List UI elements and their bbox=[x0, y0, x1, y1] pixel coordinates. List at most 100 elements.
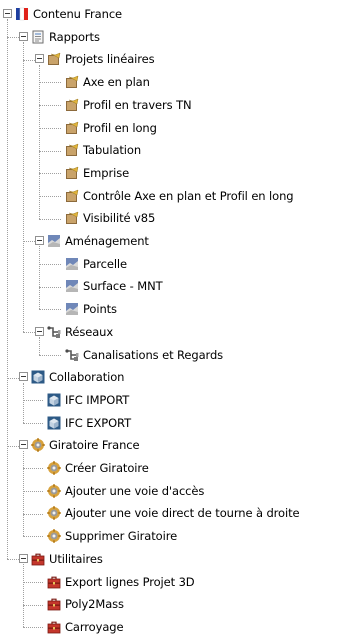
collapse-toggle-icon[interactable] bbox=[19, 31, 28, 41]
tree-node-label: Créer Giratoire bbox=[65, 461, 149, 475]
tree-item-profil-en-long[interactable]: Profil en long bbox=[65, 117, 157, 139]
tree-node-label: Export lignes Projet 3D bbox=[65, 574, 195, 589]
tree-connector bbox=[23, 564, 24, 627]
tree-node-amenagement[interactable]: Aménagement bbox=[35, 230, 149, 252]
tree-item-canalisations-et-regards[interactable]: Canalisations et Regards bbox=[65, 344, 223, 366]
collaboration-cube-icon bbox=[47, 393, 61, 407]
report-sheet-icon bbox=[31, 30, 45, 44]
tree-node-label: Ajouter une voie direct de tourne à droi… bbox=[65, 506, 300, 521]
tree-node-label: IFC EXPORT bbox=[65, 415, 132, 430]
tree-item-carroyage[interactable]: Carroyage bbox=[47, 616, 124, 638]
tree-node-giratoire-france[interactable]: Giratoire France bbox=[19, 434, 140, 456]
tree-item-ajouter-une-voie-direct-de-tourne-a-droite[interactable]: Ajouter une voie direct de tourne à droi… bbox=[47, 502, 300, 524]
tree-node-label: Utilitaires bbox=[49, 551, 103, 566]
linear-project-icon bbox=[65, 121, 79, 135]
linear-project-icon bbox=[65, 189, 79, 203]
tree-item-profil-en-travers-tn[interactable]: Profil en travers TN bbox=[65, 94, 192, 116]
tree-item-controle-axe-en-plan-et-profil-en-long[interactable]: Contrôle Axe en plan et Profil en long bbox=[65, 185, 294, 207]
toolbox-icon bbox=[47, 597, 61, 611]
tree-item-parcelle[interactable]: Parcelle bbox=[65, 253, 127, 275]
tree-item-poly2mass[interactable]: Poly2Mass bbox=[47, 593, 124, 615]
tree-connector bbox=[23, 423, 43, 424]
tree-node-label: Contenu France bbox=[33, 7, 123, 21]
roundabout-gear-icon bbox=[47, 461, 61, 475]
collapse-toggle-icon[interactable] bbox=[35, 54, 44, 64]
collapse-toggle-icon[interactable] bbox=[19, 440, 28, 450]
tree-node-rapports[interactable]: Rapports bbox=[19, 26, 100, 48]
tree-connector bbox=[23, 332, 35, 333]
linear-project-icon bbox=[65, 75, 79, 89]
tree-connector bbox=[39, 219, 61, 220]
tree-connector bbox=[39, 246, 40, 309]
collaboration-cube-icon bbox=[31, 370, 45, 384]
tree-node-label: Parcelle bbox=[83, 256, 128, 271]
tree-item-export-lignes-projet-3d[interactable]: Export lignes Projet 3D bbox=[47, 571, 195, 593]
collapse-toggle-icon[interactable] bbox=[3, 9, 12, 18]
tree-node-utilitaires[interactable]: Utilitaires bbox=[19, 548, 103, 570]
tree-node-label: Aménagement bbox=[65, 234, 149, 248]
tree-connector bbox=[39, 105, 61, 106]
collapse-toggle-icon[interactable] bbox=[19, 372, 28, 382]
land-development-icon bbox=[65, 302, 79, 316]
tree-item-axe-en-plan[interactable]: Axe en plan bbox=[65, 71, 150, 93]
tree-node-label: Profil en travers TN bbox=[83, 97, 192, 112]
roundabout-gear-icon bbox=[47, 529, 61, 543]
tree-item-emprise[interactable]: Emprise bbox=[65, 162, 129, 184]
collapse-toggle-icon[interactable] bbox=[35, 326, 44, 336]
tree-node-reseaux[interactable]: Réseaux bbox=[35, 321, 114, 343]
land-development-icon bbox=[47, 234, 61, 248]
tree-item-supprimer-giratoire[interactable]: Supprimer Giratoire bbox=[47, 525, 177, 547]
tree-node-label: Canalisations et Regards bbox=[83, 347, 224, 362]
linear-project-icon bbox=[65, 98, 79, 112]
toolbox-icon bbox=[31, 552, 45, 566]
tree-item-ifc-import[interactable]: IFC IMPORT bbox=[47, 389, 129, 411]
network-icon bbox=[65, 348, 79, 362]
tree-connector bbox=[23, 627, 43, 628]
roundabout-gear-icon bbox=[47, 483, 61, 498]
tree-connector bbox=[39, 82, 61, 83]
tree-item-surface-mnt[interactable]: Surface - MNT bbox=[65, 275, 163, 297]
linear-project-icon bbox=[47, 52, 61, 66]
tree-connector bbox=[39, 173, 61, 174]
tree-node-contenu-france[interactable]: Contenu France bbox=[3, 3, 123, 25]
tree-node-label: Axe en plan bbox=[83, 75, 150, 90]
tree-item-tabulation[interactable]: Tabulation bbox=[65, 139, 141, 161]
tree-node-collaboration[interactable]: Collaboration bbox=[19, 366, 124, 388]
tree-connector bbox=[39, 287, 61, 288]
collapse-toggle-icon[interactable] bbox=[35, 236, 44, 245]
tree-node-label: Poly2Mass bbox=[65, 597, 124, 612]
tree-node-label: Carroyage bbox=[65, 619, 124, 634]
tree-connector bbox=[23, 514, 43, 515]
toolbox-icon bbox=[47, 575, 61, 589]
tree-connector bbox=[39, 128, 61, 129]
tree-node-label: IFC IMPORT bbox=[65, 392, 130, 407]
tree-connector bbox=[39, 309, 61, 310]
tree-item-ajouter-une-voie-d-acces[interactable]: Ajouter une voie d'accès bbox=[47, 480, 204, 502]
tree-connector bbox=[39, 196, 61, 197]
tree-connector bbox=[7, 37, 19, 38]
collapse-toggle-icon[interactable] bbox=[19, 553, 28, 563]
tree-connector bbox=[23, 468, 43, 469]
tree-node-label: Réseaux bbox=[65, 324, 114, 339]
linear-project-icon bbox=[65, 166, 79, 180]
tree-node-label: Points bbox=[83, 302, 117, 317]
roundabout-gear-icon bbox=[31, 438, 45, 452]
tree-connector bbox=[23, 383, 24, 423]
tree-node-label: Tabulation bbox=[83, 143, 142, 158]
tree-item-creer-giratoire[interactable]: Créer Giratoire bbox=[47, 457, 149, 479]
tree-item-ifc-export[interactable]: IFC EXPORT bbox=[47, 412, 131, 434]
linear-project-icon bbox=[65, 211, 79, 225]
tree-connector bbox=[7, 559, 19, 560]
tree-connector bbox=[7, 378, 19, 379]
tree-item-points[interactable]: Points bbox=[65, 298, 117, 320]
tree-connector bbox=[23, 536, 43, 537]
tree-connector bbox=[23, 60, 35, 61]
tree-node-label: Profil en long bbox=[83, 120, 157, 135]
tree-node-projets-lineaires[interactable]: Projets linéaires bbox=[35, 48, 155, 70]
tree-item-visibilite-v85[interactable]: Visibilité v85 bbox=[65, 207, 155, 229]
collaboration-cube-icon bbox=[47, 416, 61, 430]
tree-node-label: Rapports bbox=[49, 29, 100, 44]
tree-connector bbox=[23, 582, 43, 583]
tree-connector bbox=[23, 451, 24, 536]
content-tree: Contenu France Rapports Projets linéaires A… bbox=[0, 0, 337, 634]
